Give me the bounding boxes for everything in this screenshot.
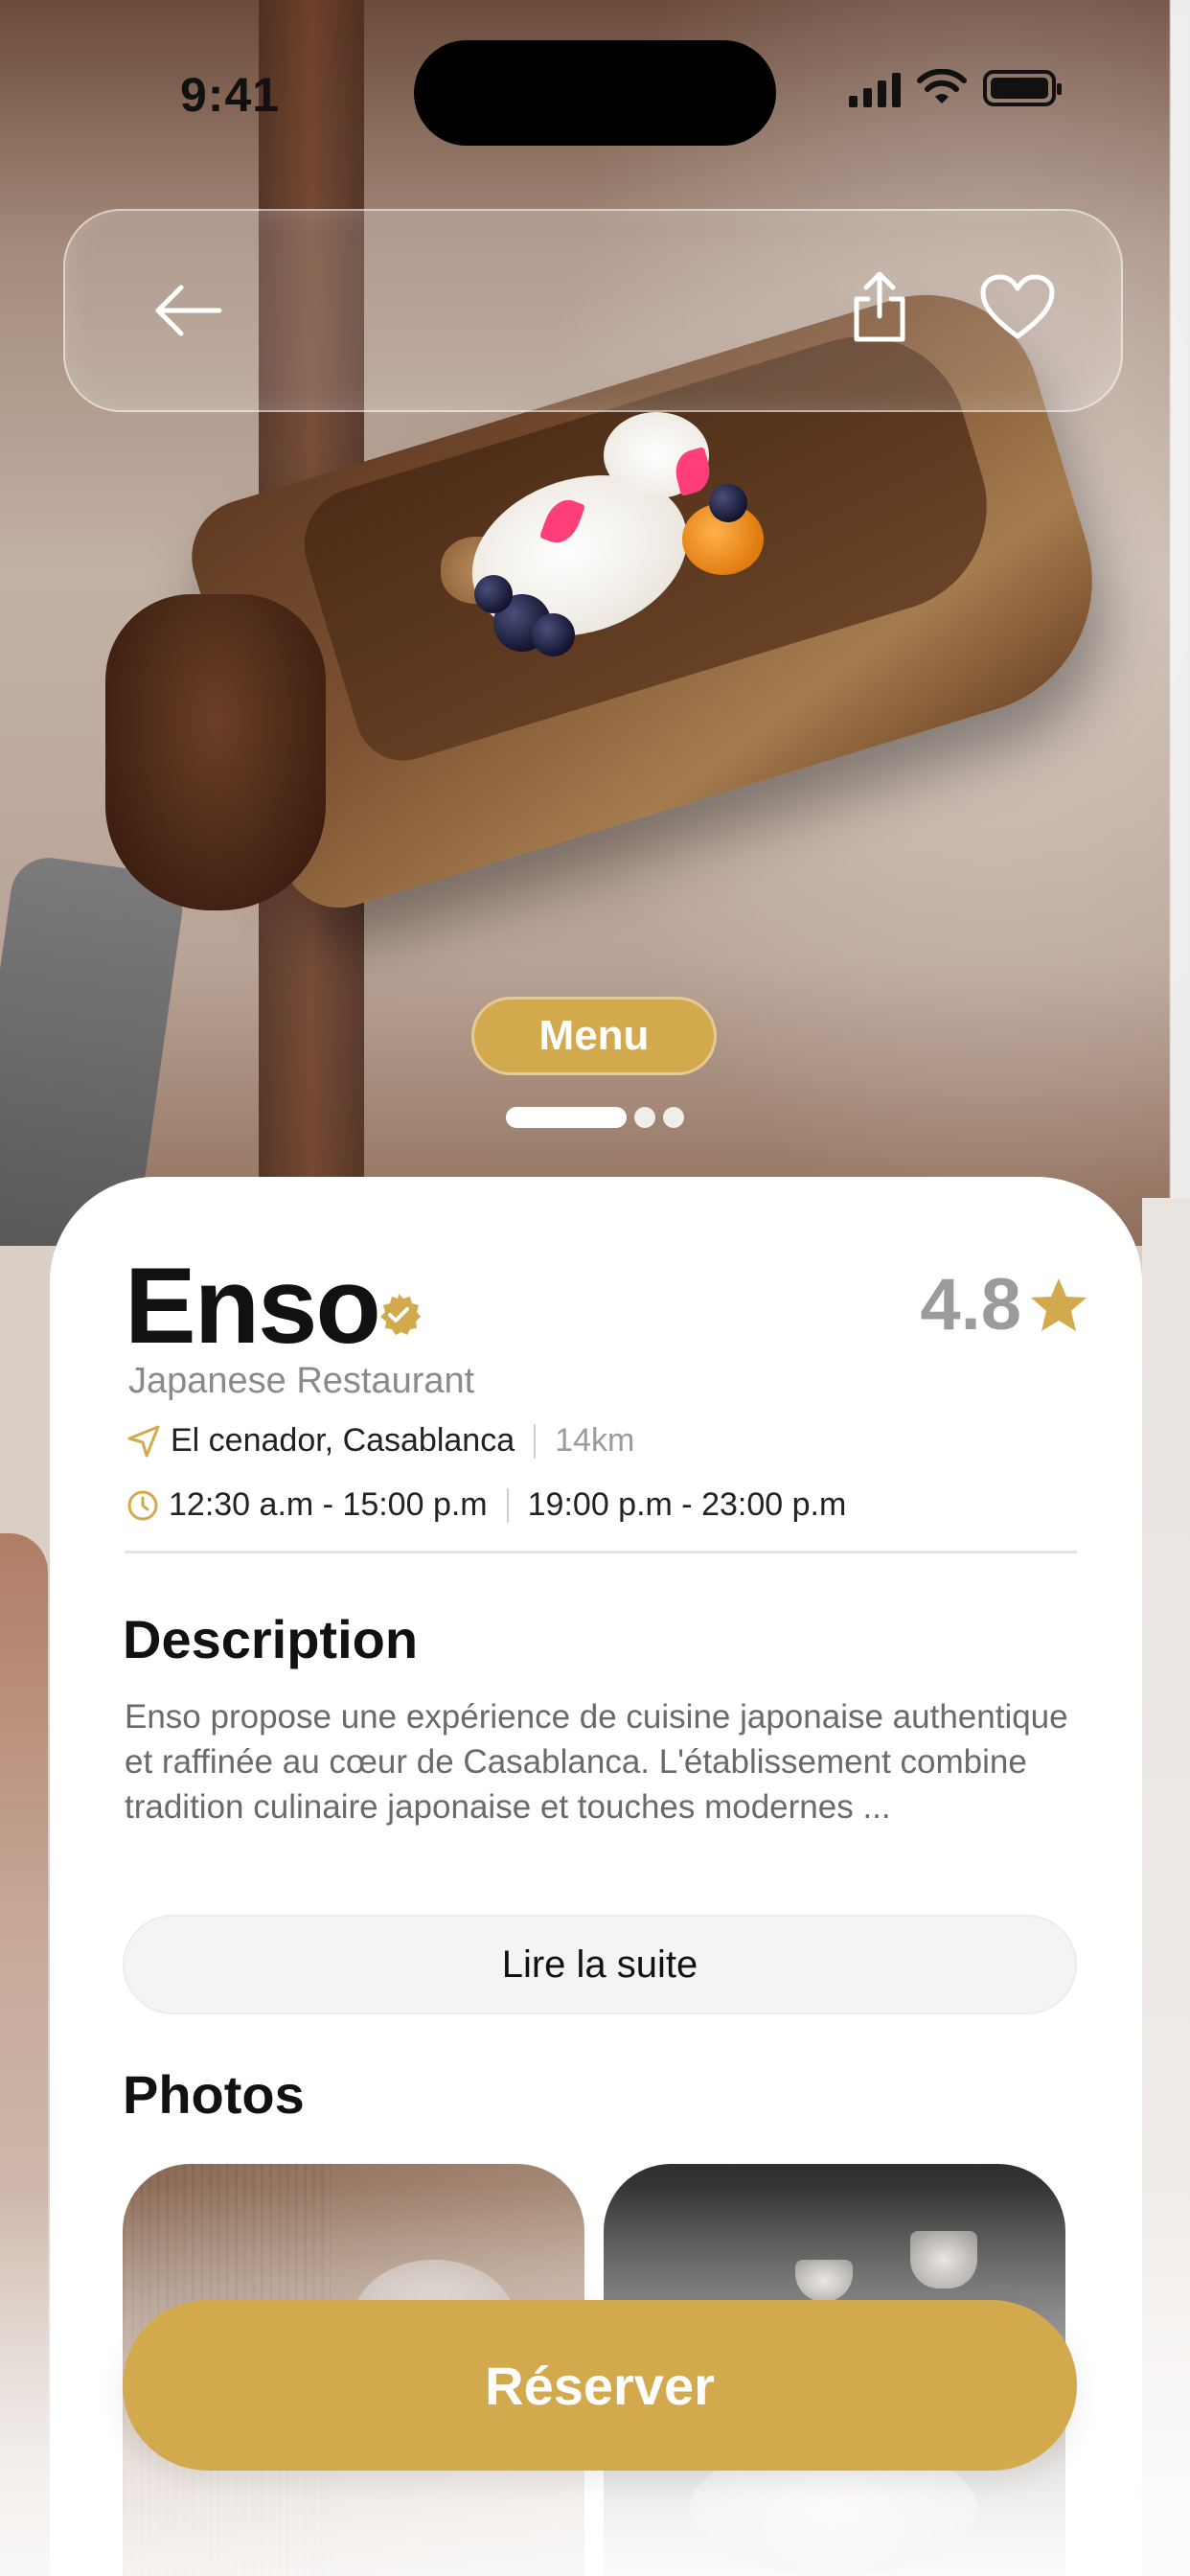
carousel-indicator[interactable] <box>506 1107 684 1128</box>
star-icon <box>1031 1277 1087 1331</box>
reserve-button[interactable]: Réserver <box>123 2300 1077 2471</box>
hero-hand <box>105 594 326 910</box>
back-button[interactable] <box>140 263 236 358</box>
dynamic-island <box>414 40 776 146</box>
favorite-button[interactable] <box>970 259 1065 355</box>
menu-button[interactable]: Menu <box>471 997 717 1075</box>
description-text: Enso propose une expérience de cuisine j… <box>125 1698 1068 1826</box>
description-heading: Description <box>123 1609 419 1669</box>
verified-badge-icon <box>380 1294 421 1335</box>
location-text: El cenador, Casablanca <box>171 1422 515 1459</box>
location-row: El cenador, Casablanca 14km <box>126 1422 634 1460</box>
carousel-dot[interactable] <box>663 1107 684 1128</box>
restaurant-type: Japanese Restaurant <box>128 1361 475 1401</box>
divider <box>125 1551 1077 1553</box>
hours-dinner: 19:00 p.m - 23:00 p.m <box>527 1486 847 1523</box>
separator <box>534 1423 537 1459</box>
wifi-icon <box>917 69 967 104</box>
hero-berry <box>532 613 575 656</box>
separator <box>506 1487 509 1523</box>
cellular-signal-icon <box>849 69 901 107</box>
distance-text: 14km <box>555 1422 635 1459</box>
opening-hours-row: 12:30 a.m - 15:00 p.m 19:00 p.m - 23:00 … <box>126 1486 846 1524</box>
rating-value: 4.8 <box>920 1264 1021 1346</box>
photos-heading: Photos <box>123 2064 305 2125</box>
status-icons <box>849 69 1062 107</box>
status-time: 9:41 <box>180 68 281 122</box>
top-nav-bar <box>63 209 1123 412</box>
location-arrow-icon <box>127 1425 160 1457</box>
hours-lunch: 12:30 a.m - 15:00 p.m <box>169 1486 488 1523</box>
clock-icon <box>127 1490 158 1520</box>
share-icon <box>854 271 905 342</box>
heart-icon <box>980 274 1055 339</box>
restaurant-name: Enso <box>125 1246 381 1366</box>
share-button[interactable] <box>832 259 927 355</box>
carousel-dot-active[interactable] <box>506 1107 627 1128</box>
read-more-button[interactable]: Lire la suite <box>123 1915 1077 2014</box>
battery-icon <box>983 70 1062 106</box>
hero-berry <box>474 575 513 613</box>
carousel-dot[interactable] <box>634 1107 655 1128</box>
rating: 4.8 <box>920 1263 1088 1346</box>
hero-berry <box>709 484 747 522</box>
arrow-left-icon <box>155 285 222 336</box>
